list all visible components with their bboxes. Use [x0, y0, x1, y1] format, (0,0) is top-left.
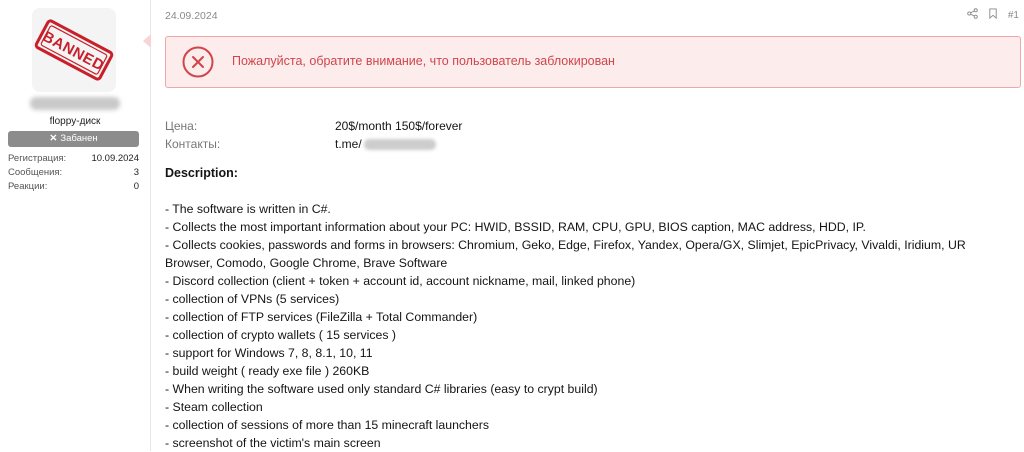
list-item: - Collects cookies, passwords and forms … — [165, 238, 966, 270]
error-icon — [182, 46, 214, 78]
stat-registration: Регистрация: 10.09.2024 — [8, 152, 139, 166]
list-item: - collection of crypto wallets ( 15 serv… — [165, 328, 396, 342]
post-meta: Цена: 20$/month 150$/forever Контакты: t… — [165, 117, 462, 153]
close-icon: ✕ — [49, 133, 58, 144]
blurred-contact — [363, 139, 436, 151]
user-stats: Регистрация: 10.09.2024 Сообщения: 3 Реа… — [8, 152, 139, 194]
blurred-name — [30, 97, 120, 110]
stat-label: Реакции: — [8, 181, 48, 192]
contacts-label: Контакты: — [165, 137, 221, 151]
list-item: - screenshot of the victim's main screen — [165, 436, 381, 450]
list-item: - Collects the most important informatio… — [165, 220, 866, 234]
list-item: - Steam collection — [165, 400, 263, 414]
contacts-value[interactable]: t.me/ — [335, 135, 436, 153]
list-item: - Discord collection (client + token + a… — [165, 274, 636, 288]
list-item: - build weight ( ready exe file ) 260KB — [165, 364, 370, 378]
list-item: - collection of FTP services (FileZilla … — [165, 310, 478, 324]
stat-value: 3 — [133, 167, 139, 178]
list-item: - The software is written in C#. — [165, 202, 331, 216]
stat-label: Сообщения: — [8, 167, 63, 178]
sidebar-divider — [150, 0, 151, 451]
description-title: Description: — [165, 166, 238, 180]
stat-value: 0 — [133, 181, 139, 192]
list-item: - collection of sessions of more than 15… — [165, 418, 489, 432]
bookmark-icon[interactable] — [988, 8, 998, 22]
stat-label: Регистрация: — [8, 153, 67, 164]
list-item: - support for Windows 7, 8, 8.1, 10, 11 — [165, 346, 373, 360]
stat-reactions: Реакции: 0 — [8, 180, 139, 194]
alert-pointer — [143, 34, 151, 48]
username[interactable]: floppy-диск — [0, 116, 150, 127]
banned-stamp-image: BANNED — [32, 8, 116, 92]
banned-alert: Пожалуйста, обратите внимание, что польз… — [165, 36, 1021, 88]
post-number[interactable]: #1 — [1008, 10, 1019, 21]
contacts-row: Контакты: t.me/ — [165, 135, 462, 153]
feature-list: - The software is written in C#. - Colle… — [165, 200, 1015, 452]
price-label: Цена: — [165, 119, 198, 133]
post-date[interactable]: 24.09.2024 — [165, 10, 218, 22]
banned-label: Забанен — [60, 133, 98, 144]
share-icon[interactable] — [967, 8, 978, 22]
post-actions: #1 — [967, 8, 1019, 22]
contacts-link[interactable]: t.me/ — [335, 137, 362, 151]
alert-message: Пожалуйста, обратите внимание, что польз… — [232, 54, 615, 68]
price-row: Цена: 20$/month 150$/forever — [165, 117, 462, 135]
stat-value: 10.09.2024 — [91, 153, 139, 164]
banned-badge: ✕ Забанен — [8, 131, 139, 147]
price-value: 20$/month 150$/forever — [335, 119, 463, 133]
stat-messages: Сообщения: 3 — [8, 166, 139, 180]
user-sidebar: BANNED floppy-диск ✕ Забанен Регистрация:… — [0, 0, 150, 451]
list-item: - When writing the software used only st… — [165, 382, 598, 396]
avatar[interactable]: BANNED — [32, 8, 116, 92]
list-item: - collection of VPNs (5 services) — [165, 292, 340, 306]
